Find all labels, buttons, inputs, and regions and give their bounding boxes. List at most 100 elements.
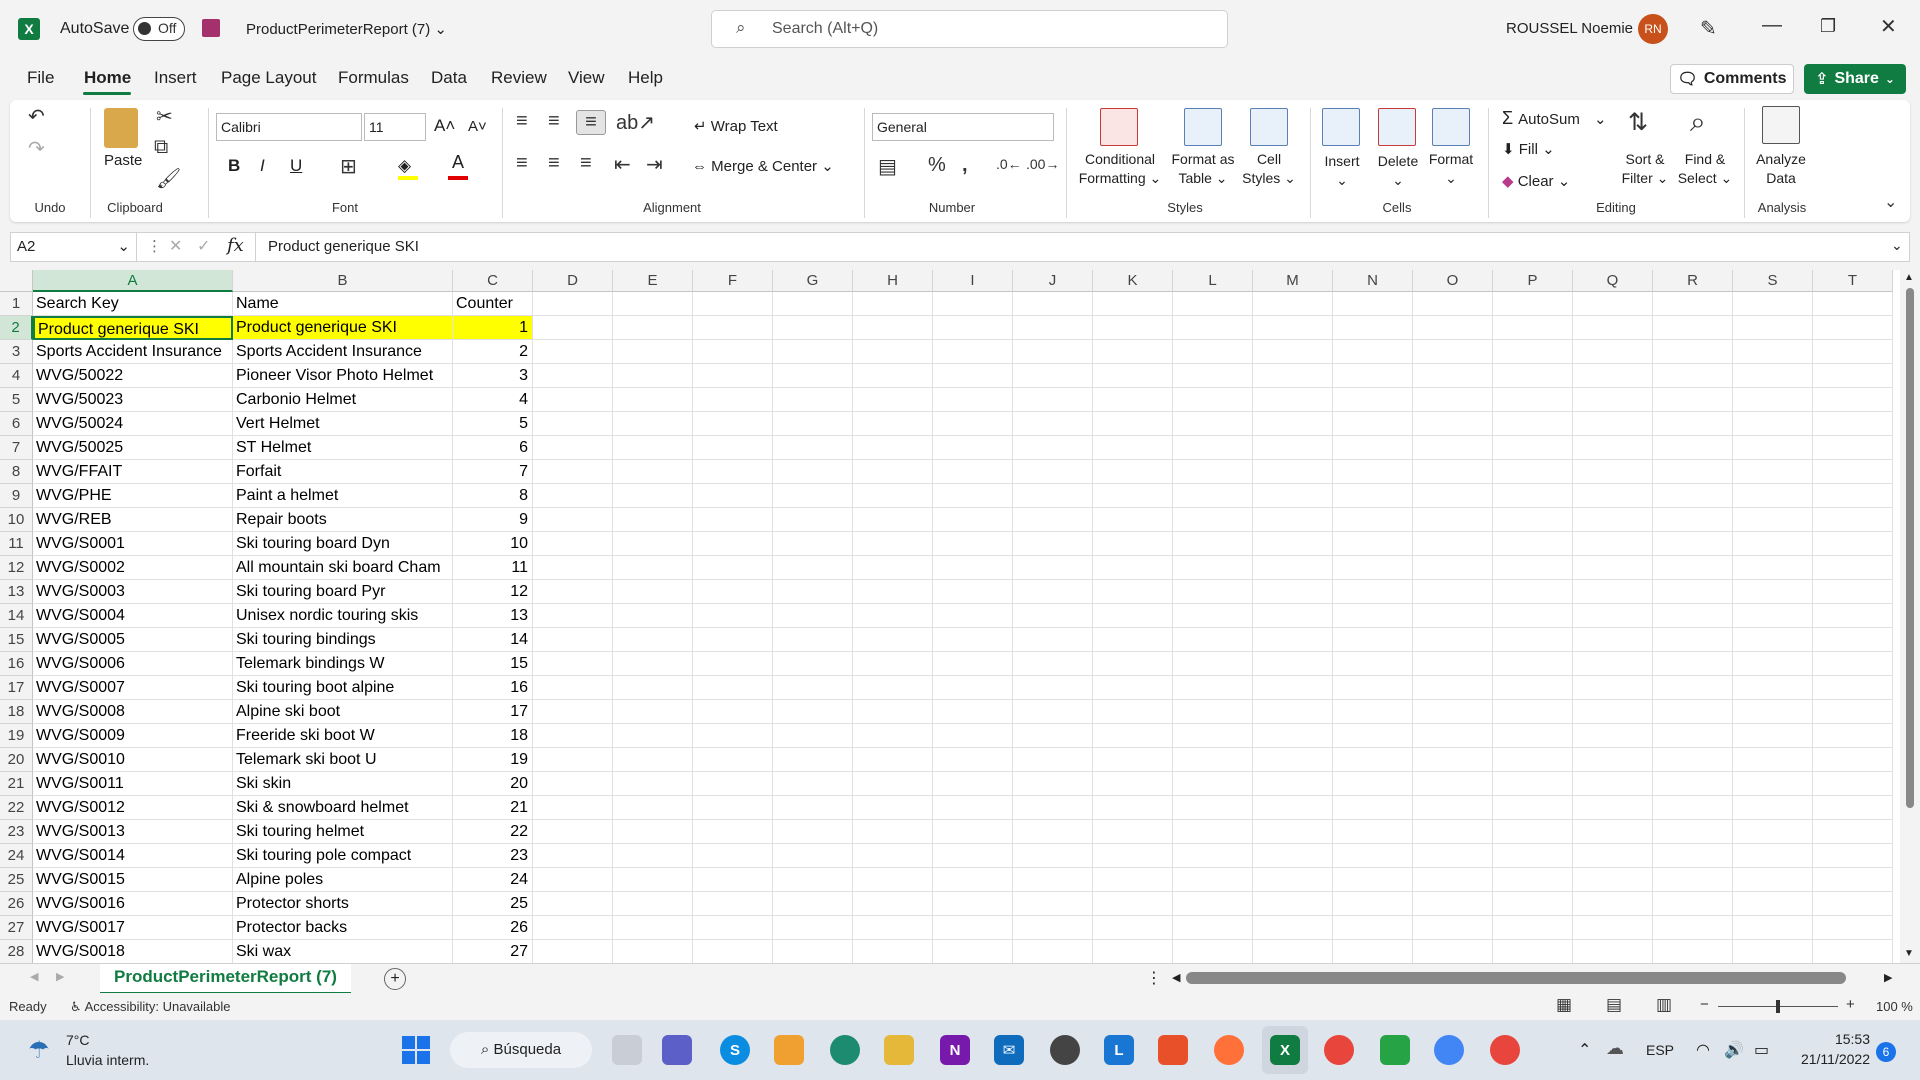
row-header[interactable]: 28 [0, 940, 33, 963]
grid-cell[interactable] [693, 724, 773, 748]
grid-cell[interactable] [1173, 604, 1253, 628]
grid-cell[interactable]: Ski touring bindings [233, 628, 453, 652]
grid-cell[interactable] [533, 940, 613, 963]
grid-cell[interactable] [1093, 412, 1173, 436]
grid-cell[interactable] [1013, 868, 1093, 892]
grid-cell[interactable] [1173, 292, 1253, 316]
grid-cell[interactable] [1333, 892, 1413, 916]
grid-cell[interactable] [1253, 340, 1333, 364]
name-box[interactable]: A2 ⌄ [11, 233, 137, 261]
grid-cell[interactable] [1253, 940, 1333, 963]
grid-cell[interactable] [1733, 652, 1813, 676]
grid-cell[interactable] [933, 940, 1013, 963]
grid-cell[interactable] [933, 412, 1013, 436]
grid-cell[interactable] [1493, 412, 1573, 436]
grid-cell[interactable] [1093, 652, 1173, 676]
grid-cell[interactable] [1653, 388, 1733, 412]
comments-button[interactable]: 🗨 Comments [1670, 64, 1794, 94]
column-header-r[interactable]: R [1653, 270, 1733, 292]
grid-cell[interactable] [1813, 460, 1893, 484]
grid-cell[interactable] [1333, 940, 1413, 963]
grid-cell[interactable] [853, 844, 933, 868]
save-icon[interactable] [202, 19, 220, 37]
weather-desc[interactable]: Lluvia interm. [66, 1052, 149, 1068]
grid-cell[interactable] [1093, 340, 1173, 364]
grid-cell[interactable] [1093, 676, 1173, 700]
grid-cell[interactable] [1733, 796, 1813, 820]
fill-color-icon[interactable]: ◈ [398, 156, 418, 180]
grid-cell[interactable] [1653, 580, 1733, 604]
grid-cell[interactable] [1413, 796, 1493, 820]
grid-cell[interactable] [1013, 628, 1093, 652]
grid-cell[interactable] [1253, 412, 1333, 436]
grid-cell[interactable] [1253, 892, 1333, 916]
sort-filter-button[interactable]: Sort & Filter ⌄ [1614, 150, 1676, 188]
grid-cell[interactable] [613, 844, 693, 868]
grid-cell[interactable] [533, 436, 613, 460]
grid-cell[interactable] [613, 772, 693, 796]
grid-cell[interactable] [1573, 748, 1653, 772]
grid-cell[interactable] [1013, 508, 1093, 532]
grid-cell[interactable] [1173, 412, 1253, 436]
paste-label[interactable]: Paste [104, 152, 142, 169]
grid-cell[interactable] [1573, 460, 1653, 484]
grid-cell[interactable] [1493, 436, 1573, 460]
orientation-icon[interactable]: ab↗ [616, 110, 655, 135]
grid-cell[interactable] [1333, 700, 1413, 724]
column-header-e[interactable]: E [613, 270, 693, 292]
grid-cell[interactable] [1813, 340, 1893, 364]
menu-data[interactable]: Data [431, 68, 467, 88]
grid-cell[interactable] [1013, 556, 1093, 580]
grid-cell[interactable] [1413, 748, 1493, 772]
grid-cell[interactable] [1813, 772, 1893, 796]
grid-cell[interactable] [1013, 724, 1093, 748]
grid-cell[interactable] [773, 916, 853, 940]
grid-cell[interactable]: 2 [453, 340, 533, 364]
taskbar-search[interactable]: ⌕ Búsqueda [450, 1032, 592, 1068]
grid-cell[interactable] [773, 316, 853, 340]
grid-cell[interactable] [1653, 940, 1733, 963]
cell-styles-icon[interactable] [1250, 108, 1288, 146]
grid-cell[interactable] [1013, 652, 1093, 676]
grid-cell[interactable] [1493, 628, 1573, 652]
format-as-table-button[interactable]: Format as Table ⌄ [1164, 150, 1242, 188]
grid-cell[interactable]: 17 [453, 700, 533, 724]
grid-cell[interactable] [1653, 316, 1733, 340]
grid-cell[interactable] [533, 868, 613, 892]
add-sheet-icon[interactable]: + [384, 968, 406, 990]
grid-cell[interactable] [1013, 820, 1093, 844]
grid-cell[interactable] [693, 844, 773, 868]
grid-cell[interactable] [1333, 844, 1413, 868]
grid-cell[interactable] [1093, 796, 1173, 820]
grid-cell[interactable] [773, 676, 853, 700]
column-header-l[interactable]: L [1173, 270, 1253, 292]
underline-button[interactable]: U [290, 156, 302, 176]
grid-cell[interactable] [693, 484, 773, 508]
grid-cell[interactable]: Ski touring board Dyn [233, 532, 453, 556]
grid-cell[interactable] [613, 388, 693, 412]
grid-cell[interactable] [1493, 364, 1573, 388]
grid-cell[interactable] [613, 796, 693, 820]
grid-cell[interactable] [1333, 628, 1413, 652]
minimize-icon[interactable]: — [1762, 14, 1782, 37]
grid-cell[interactable]: Protector shorts [233, 892, 453, 916]
sort-filter-icon[interactable]: ⇅ [1628, 108, 1648, 137]
grid-cell[interactable] [693, 580, 773, 604]
grid-cell[interactable] [1573, 364, 1653, 388]
grid-cell[interactable] [1093, 484, 1173, 508]
grid-cell[interactable] [613, 484, 693, 508]
grid-cell[interactable] [1653, 556, 1733, 580]
menu-formulas[interactable]: Formulas [338, 68, 409, 88]
language-indicator[interactable]: ESP [1646, 1042, 1674, 1058]
grid-cell[interactable] [1733, 412, 1813, 436]
grid-cell[interactable] [1733, 556, 1813, 580]
grid-cell[interactable]: Carbonio Helmet [233, 388, 453, 412]
grid-cell[interactable] [693, 772, 773, 796]
share-button[interactable]: ⇪ Share ⌄ [1804, 64, 1906, 94]
grid-cell[interactable] [853, 820, 933, 844]
grid-cell[interactable] [1573, 916, 1653, 940]
grid-cell[interactable] [1093, 580, 1173, 604]
grid-cell[interactable] [933, 628, 1013, 652]
grid-cell[interactable] [1653, 340, 1733, 364]
grid-cell[interactable] [613, 820, 693, 844]
